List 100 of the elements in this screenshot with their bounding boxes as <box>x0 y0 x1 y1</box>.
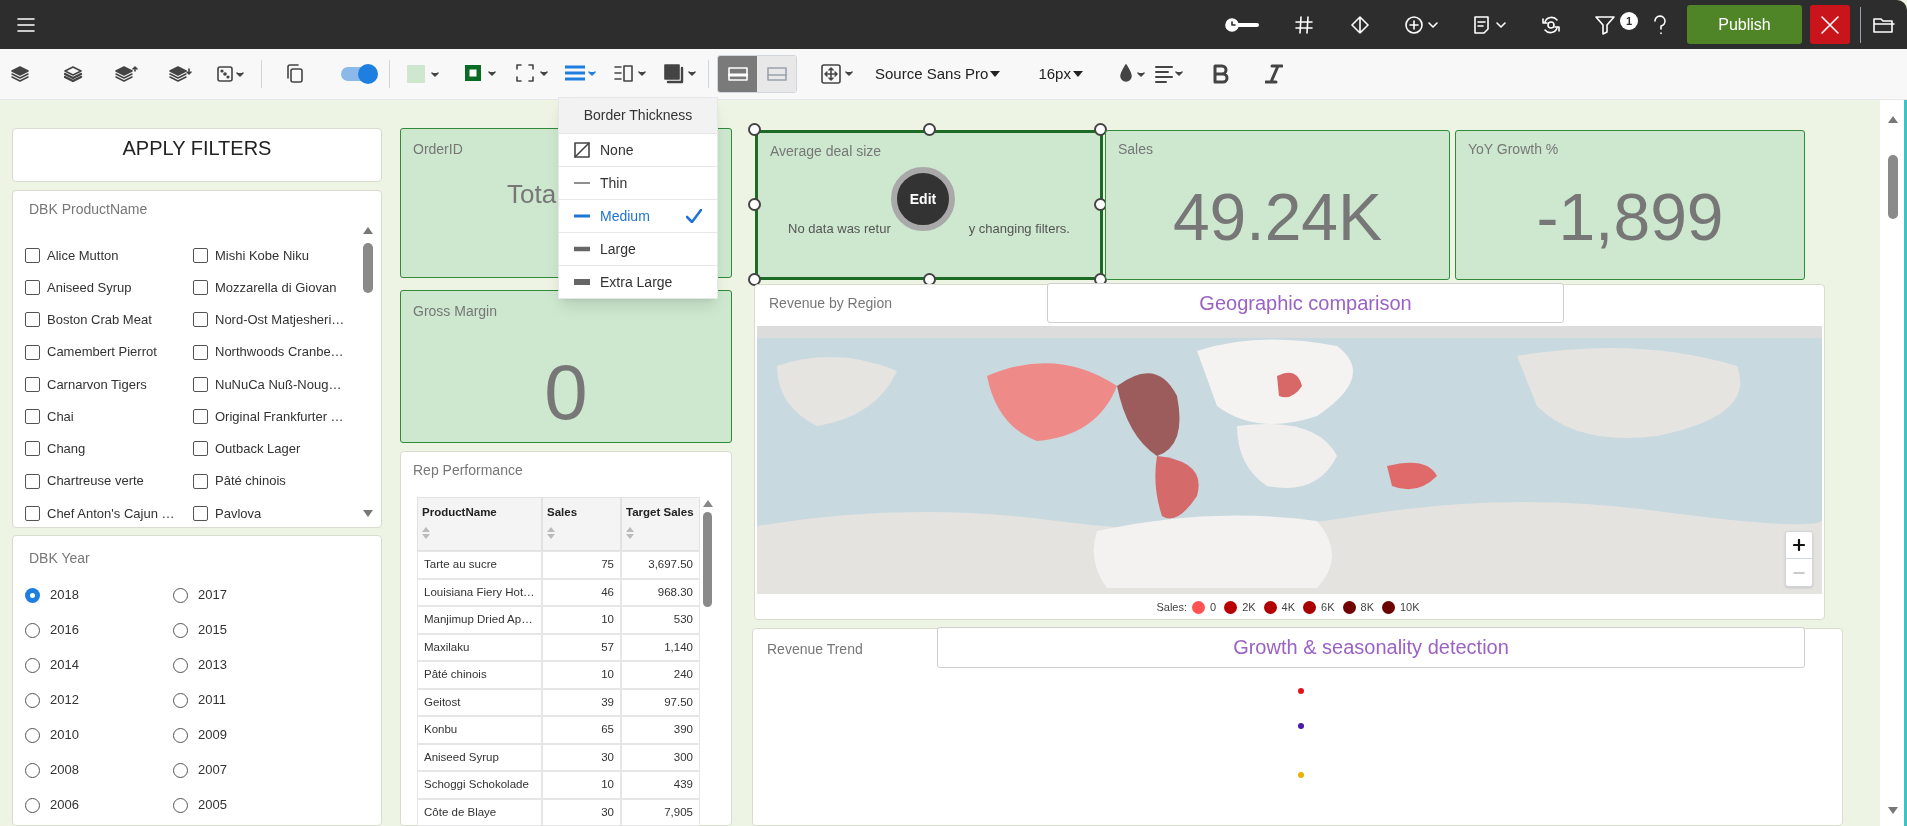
resize-handle[interactable] <box>1094 123 1107 136</box>
scrollbar-thumb[interactable] <box>363 243 373 293</box>
checkbox-item[interactable]: Pâté chinois <box>193 470 361 492</box>
resize-handle[interactable] <box>748 273 761 286</box>
radio-option[interactable]: 2006 <box>25 794 173 816</box>
copy-icon[interactable] <box>286 64 304 84</box>
checkbox-item[interactable]: Chai <box>25 406 193 428</box>
bold-icon[interactable] <box>1212 64 1229 84</box>
help-icon[interactable] <box>1653 14 1667 35</box>
align-icon[interactable] <box>1154 64 1185 84</box>
menu-item[interactable]: None <box>559 133 717 166</box>
slider-icon[interactable] <box>1225 16 1259 33</box>
checkbox-item[interactable]: Chartreuse verte <box>25 470 193 492</box>
document-icon[interactable] <box>1473 14 1507 35</box>
resize-handle[interactable] <box>748 123 761 136</box>
checkbox[interactable] <box>25 505 40 521</box>
checkbox[interactable] <box>193 312 208 328</box>
radio-button[interactable] <box>25 657 40 673</box>
radio-option[interactable]: 2008 <box>25 759 173 781</box>
font-family-dropdown[interactable]: Source Sans Pro <box>875 62 1001 86</box>
layers-icon[interactable] <box>11 65 31 83</box>
scroll-down-icon[interactable] <box>361 509 375 519</box>
radio-option[interactable]: 2007 <box>173 759 321 781</box>
radio-option[interactable]: 2013 <box>173 654 321 676</box>
italic-icon[interactable] <box>1264 64 1283 84</box>
radio-button[interactable] <box>173 727 188 743</box>
radio-button[interactable] <box>25 727 40 743</box>
radio-button[interactable] <box>173 657 188 673</box>
radio-option[interactable]: 2017 <box>173 584 321 606</box>
radio-button[interactable] <box>173 797 188 813</box>
radio-option[interactable]: 2015 <box>173 619 321 641</box>
column-header[interactable]: Target Sales <box>621 497 700 551</box>
checkbox[interactable] <box>25 441 40 457</box>
checkbox[interactable] <box>25 473 40 489</box>
radio-option[interactable]: 2016 <box>25 619 173 641</box>
scroll-up-icon[interactable] <box>702 499 714 508</box>
resize-handle[interactable] <box>923 123 936 136</box>
column-header[interactable]: ProductName <box>417 497 542 551</box>
checkbox[interactable] <box>193 280 208 296</box>
radio-option[interactable]: 2005 <box>173 794 321 816</box>
checkbox-item[interactable]: Northwoods Cranbe… <box>193 341 361 363</box>
menu-item[interactable]: Large <box>559 232 717 265</box>
checkbox[interactable] <box>193 473 208 489</box>
scrollbar-thumb[interactable] <box>703 512 712 607</box>
drop-icon[interactable] <box>1118 64 1147 84</box>
checkbox[interactable] <box>193 409 208 425</box>
menu-item[interactable]: Medium <box>559 199 717 232</box>
hash-icon[interactable] <box>1295 15 1313 34</box>
checkbox-item[interactable]: Mishi Kobe Niku <box>193 245 361 266</box>
diamond-icon[interactable] <box>1351 15 1369 34</box>
checkbox[interactable] <box>193 441 208 457</box>
checkbox-item[interactable]: Chef Anton's Cajun … <box>25 502 193 524</box>
radio-option[interactable]: 2011 <box>173 689 321 711</box>
checkbox-item[interactable]: Aniseed Syrup <box>25 277 193 299</box>
radio-option[interactable]: 2009 <box>173 724 321 746</box>
radio-option[interactable]: 2018 <box>25 584 173 606</box>
checkbox[interactable] <box>25 344 40 360</box>
checkbox[interactable] <box>193 248 208 263</box>
checkbox-item[interactable]: NuNuCa Nuß-Noug… <box>193 373 361 395</box>
fill-color-icon[interactable] <box>406 64 442 84</box>
radio-button[interactable] <box>25 622 40 638</box>
checkbox-item[interactable]: Mozzarella di Giovan <box>193 277 361 299</box>
radio-button[interactable] <box>173 762 188 778</box>
menu-item[interactable]: Extra Large <box>559 265 717 298</box>
radio-button[interactable] <box>25 762 40 778</box>
radio-button[interactable] <box>25 797 40 813</box>
menu-icon[interactable] <box>16 16 36 33</box>
checkbox-item[interactable]: Alice Mutton <box>25 245 193 266</box>
scroll-up-icon[interactable] <box>1886 114 1900 124</box>
checkbox[interactable] <box>25 409 40 425</box>
checkbox-item[interactable]: Boston Crab Meat <box>25 309 193 331</box>
bring-forward-icon[interactable] <box>115 65 139 83</box>
checkbox[interactable] <box>193 376 208 392</box>
resize-handle[interactable] <box>748 198 761 211</box>
radio-button[interactable] <box>173 692 188 708</box>
add-icon[interactable] <box>1405 15 1439 34</box>
send-backward-icon[interactable] <box>169 65 193 83</box>
publish-button[interactable]: Publish <box>1687 5 1802 44</box>
checkbox-item[interactable]: Nord-Ost Matjesheri… <box>193 309 361 331</box>
checkbox-item[interactable]: Chang <box>25 438 193 460</box>
checkbox[interactable] <box>25 312 40 328</box>
checkbox[interactable] <box>193 505 208 521</box>
checkbox[interactable] <box>193 344 208 360</box>
radio-option[interactable]: 2012 <box>25 689 173 711</box>
toggle-switch[interactable] <box>341 67 375 81</box>
checkbox-item[interactable]: Camembert Pierrot <box>25 341 193 363</box>
edit-button[interactable]: Edit <box>891 167 955 231</box>
radio-option[interactable]: 2014 <box>25 654 173 676</box>
filter-icon[interactable] <box>1595 14 1617 35</box>
folder-icon[interactable] <box>1873 15 1895 34</box>
radio-button[interactable] <box>173 622 188 638</box>
column-header[interactable]: Sales <box>542 497 621 551</box>
close-button[interactable] <box>1810 5 1850 44</box>
radio-button[interactable] <box>25 692 40 708</box>
radio-button[interactable] <box>25 587 40 603</box>
layout-mode-button[interactable] <box>718 56 757 92</box>
checkbox-item[interactable]: Original Frankfurter … <box>193 406 361 428</box>
checkbox[interactable] <box>25 248 40 263</box>
move-icon[interactable] <box>821 64 855 84</box>
checkbox[interactable] <box>25 376 40 392</box>
